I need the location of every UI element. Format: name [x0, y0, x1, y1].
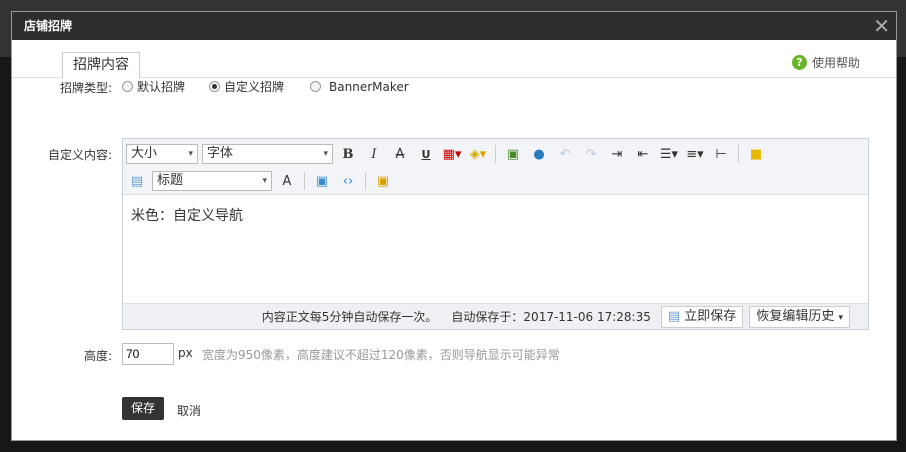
divider — [365, 172, 366, 190]
radio-bannermaker[interactable]: BannerMaker — [310, 80, 409, 94]
restore-history-button[interactable]: 恢复编辑历史 ▾ — [749, 305, 850, 328]
custom-content-label: 自定义内容: — [47, 148, 112, 162]
dialog-titlebar: 店铺招牌 ✕ — [12, 12, 896, 40]
horizontal-rule-icon[interactable]: ⊢ — [710, 143, 732, 165]
sign-type-radios: 默认招牌 自定义招牌 BannerMaker — [122, 78, 409, 95]
editor-toolbar: 大小 字体 B I A U ▦▾ ◈▾ ▣ ● ↶ ↷ ⇥ ⇤ ☰▾ ≡▾ ⊢ … — [123, 139, 868, 195]
dialog-title: 店铺招牌 — [24, 19, 73, 33]
height-input[interactable] — [122, 343, 174, 365]
underline-icon[interactable]: U — [415, 143, 437, 165]
background-color-icon[interactable]: ◈▾ — [467, 143, 489, 165]
heading-select[interactable]: 标题 — [152, 171, 272, 191]
editor-content[interactable]: 米色：自定义导航 — [123, 195, 868, 235]
clear-format-icon[interactable]: A — [276, 170, 298, 192]
help-label: 使用帮助 — [811, 56, 860, 70]
divider — [304, 172, 305, 190]
autosave-note: 内容正文每5分钟自动保存一次。 — [261, 310, 438, 324]
strikethrough-icon[interactable]: A — [389, 143, 411, 165]
media-icon[interactable]: ▣ — [311, 170, 333, 192]
height-hint: 宽度为950像素，高度建议不超过120像素，否则导航显示可能异常 — [202, 348, 560, 362]
numbered-list-icon[interactable]: ≡▾ — [684, 143, 706, 165]
italic-icon[interactable]: I — [363, 143, 385, 165]
radio-button[interactable] — [310, 81, 322, 92]
insert-frame-icon[interactable]: ▣ — [372, 170, 394, 192]
radio-label: BannerMaker — [329, 79, 409, 94]
tab-sign-content[interactable]: 招牌内容 — [62, 52, 140, 79]
help-link[interactable]: ? 使用帮助 — [791, 54, 860, 71]
save-now-button[interactable]: ▤ 立即保存 — [660, 305, 744, 328]
help-icon: ? — [791, 55, 807, 70]
radio-default-sign[interactable]: 默认招牌 — [122, 78, 185, 95]
save-button[interactable]: 保存 — [122, 397, 164, 420]
font-size-select[interactable]: 大小 — [126, 144, 198, 164]
radio-custom-sign[interactable]: 自定义招牌 — [209, 78, 284, 95]
close-icon[interactable]: ✕ — [873, 12, 890, 40]
autosave-time: 自动保存于：2017-11-06 17:28:35 — [451, 310, 651, 324]
undo-icon[interactable]: ↶ — [554, 143, 576, 165]
bold-icon[interactable]: B — [337, 143, 359, 165]
font-family-select[interactable]: 字体 — [202, 144, 333, 164]
radio-label: 自定义招牌 — [224, 80, 285, 94]
shop-sign-dialog: 店铺招牌 ✕ 招牌内容 ? 使用帮助 招牌类型: 默认招牌 自定义招牌 Banne… — [11, 11, 897, 441]
bullet-list-icon[interactable]: ☰▾ — [658, 143, 680, 165]
tab-bar: 招牌内容 ? 使用帮助 — [12, 40, 896, 79]
radio-label: 默认招牌 — [137, 80, 186, 94]
sign-type-label: 招牌类型: — [59, 81, 112, 95]
rich-text-editor: 大小 字体 B I A U ▦▾ ◈▾ ▣ ● ↶ ↷ ⇥ ⇤ ☰▾ ≡▾ ⊢ … — [122, 138, 869, 330]
height-unit: px — [178, 346, 193, 360]
divider — [738, 145, 739, 163]
restore-history-label: 恢复编辑历史 — [756, 308, 835, 324]
image-icon[interactable]: ▣ — [502, 143, 524, 165]
font-color-icon[interactable]: ▦▾ — [441, 143, 463, 165]
radio-button[interactable] — [209, 81, 221, 92]
redo-icon[interactable]: ↷ — [580, 143, 602, 165]
source-code-icon[interactable]: ‹› — [337, 170, 359, 192]
chevron-down-icon: ▾ — [838, 312, 843, 323]
table-icon[interactable]: ▤ — [126, 170, 148, 192]
editor-statusbar: 内容正文每5分钟自动保存一次。 自动保存于：2017-11-06 17:28:3… — [123, 303, 868, 329]
cancel-button[interactable]: 取消 — [177, 402, 201, 419]
divider — [495, 145, 496, 163]
emoticon-icon[interactable]: ■ — [745, 143, 767, 165]
height-label: 高度: — [83, 349, 112, 363]
floppy-icon: ▤ — [667, 308, 685, 324]
save-now-label: 立即保存 — [684, 308, 737, 324]
indent-icon[interactable]: ⇥ — [606, 143, 628, 165]
link-icon[interactable]: ● — [528, 143, 550, 165]
radio-button[interactable] — [122, 81, 133, 92]
outdent-icon[interactable]: ⇤ — [632, 143, 654, 165]
